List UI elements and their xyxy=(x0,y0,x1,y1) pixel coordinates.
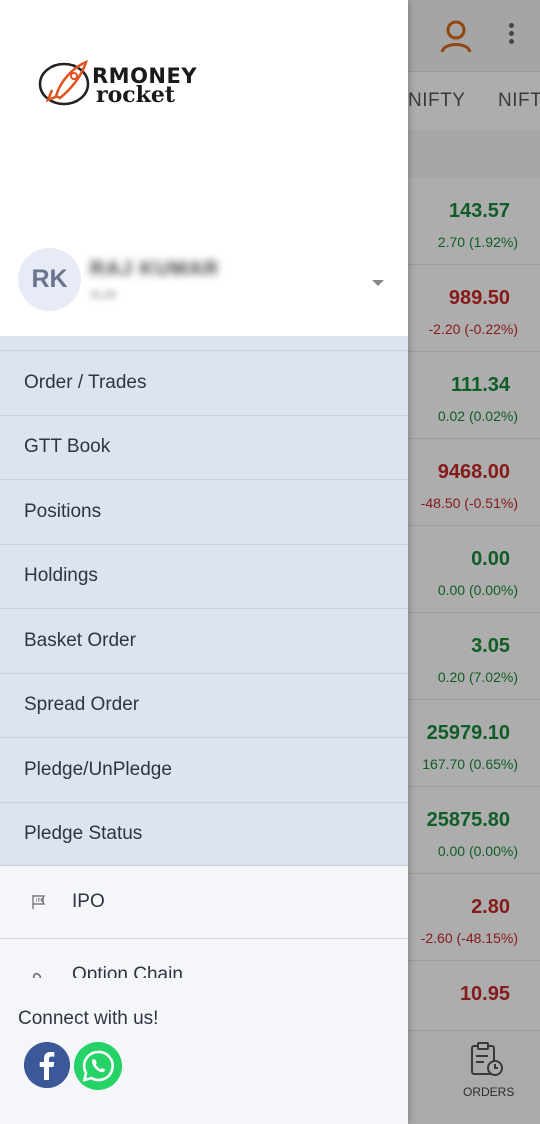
chevron-down-icon[interactable] xyxy=(372,280,384,286)
brand-logo: RMONEY rocket xyxy=(38,54,218,114)
drawer-header: RMONEY rocket RK RAJ KUMAR XLRI xyxy=(0,0,408,336)
connect-title: Connect with us! xyxy=(18,1008,159,1029)
drawer-extra-list: IPO IPO Option Chain xyxy=(0,866,408,978)
menu-item-pledge-status[interactable]: Pledge Status xyxy=(0,801,408,866)
menu-item-basket-order[interactable]: Basket Order xyxy=(0,608,408,673)
user-subtitle: XLRI xyxy=(90,288,117,302)
menu-item-option-chain[interactable]: Option Chain xyxy=(0,939,408,978)
menu-divider xyxy=(0,336,408,350)
logo-text-rocket: rocket xyxy=(96,82,176,108)
rocket-icon xyxy=(38,59,90,106)
navigation-drawer: RMONEY rocket RK RAJ KUMAR XLRI Order / … xyxy=(0,0,408,1124)
menu-item-ipo[interactable]: IPO IPO xyxy=(0,866,408,939)
option-chain-icon xyxy=(32,972,42,978)
svg-text:IPO: IPO xyxy=(36,898,44,904)
menu-item-spread-order[interactable]: Spread Order xyxy=(0,672,408,737)
menu-item-holdings[interactable]: Holdings xyxy=(0,543,408,608)
ipo-icon: IPO xyxy=(32,895,45,909)
menu-item-label: Option Chain xyxy=(72,964,183,978)
menu-item-positions[interactable]: Positions xyxy=(0,479,408,544)
facebook-icon[interactable] xyxy=(24,1042,70,1088)
menu-item-order-trades[interactable]: Order / Trades xyxy=(0,350,408,415)
menu-item-label: IPO xyxy=(72,891,105,912)
connect-section: Connect with us! xyxy=(0,978,408,1124)
avatar[interactable]: RK xyxy=(18,248,81,311)
menu-item-pledge-unpledge[interactable]: Pledge/UnPledge xyxy=(0,737,408,802)
menu-item-gtt-book[interactable]: GTT Book xyxy=(0,414,408,479)
drawer-menu: Order / Trades GTT Book Positions Holdin… xyxy=(0,336,408,866)
user-name: RAJ KUMAR xyxy=(90,258,219,280)
whatsapp-icon[interactable] xyxy=(74,1042,122,1090)
